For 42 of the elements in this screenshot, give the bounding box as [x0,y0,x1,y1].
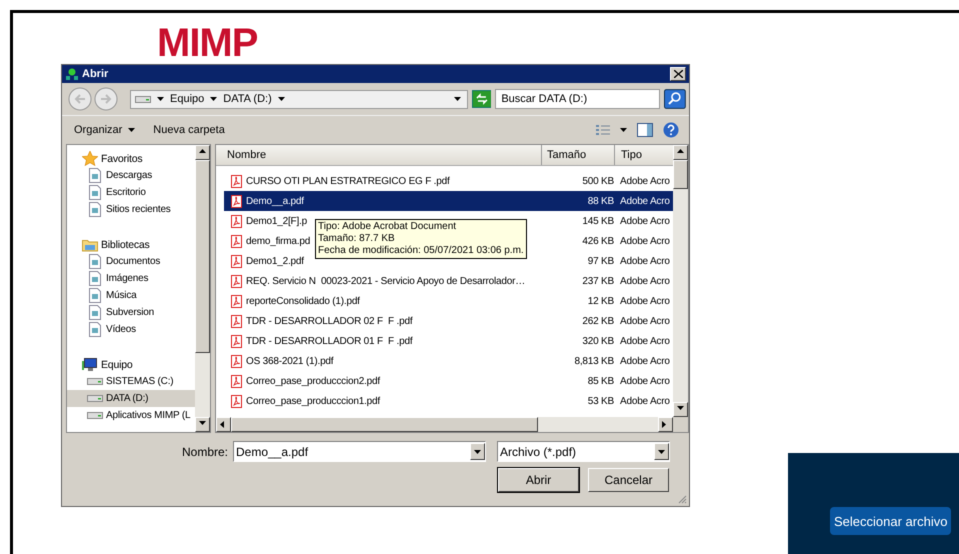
file-size: 8,813 KB [573,356,614,366]
file-size: 320 KB [581,336,614,346]
file-name: demo_firma.pd [246,236,310,246]
file-type: Adobe Acro [619,256,670,266]
file-name: TDR - DESARROLLADOR 02 F F .pdf [246,316,412,326]
window-title: Abrir [82,68,110,80]
file-name: OS 368-2021 (1).pdf [246,356,334,366]
file-name: REQ. Servicio N 00023-2021 - Servicio Apoyo de Desarrolador… [246,276,526,286]
file-name: Demo__a.pdf [246,196,304,206]
tooltip-line: Tipo: Adobe Acrobat Document [318,221,458,233]
file-size: 88 KB [586,196,614,206]
file-name: Demo1_2[F].p [246,216,307,226]
file-size: 500 KB [581,176,614,186]
file-type: Adobe Acro [619,296,670,306]
tooltip-line: Fecha de modificación: 05/07/2021 03:06 p.m. [318,245,524,257]
file-size: 426 KB [581,236,614,246]
file-type: Adobe Acro [619,216,670,226]
tooltip-line: Tamaño: 87.7 KB [318,233,396,245]
logo: MIMP [157,21,258,65]
file-name: Demo1_2.pdf [246,256,304,266]
file-type: Adobe Acro [619,236,670,246]
file-type: Adobe Acro [619,176,670,186]
file-name: Correo_pase_producccion1.pdf [246,396,380,406]
file-type: Adobe Acro [619,376,670,386]
file-size: 262 KB [581,316,614,326]
file-size: 145 KB [581,216,614,226]
file-type: Adobe Acro [619,356,670,366]
file-name-label: Nombre: [180,444,228,458]
file-type: Adobe Acro [619,276,670,286]
file-type: Adobe Acro [619,396,670,406]
file-size: 12 KB [586,296,614,306]
file-type: Adobe Acro [619,336,670,346]
file-size: 97 KB [586,256,614,266]
file-size: 53 KB [586,396,614,406]
file-name: CURSO OTI PLAN ESTRATREGICO EG F .pdf [246,176,450,186]
file-type: Adobe Acro [619,196,670,206]
file-name: TDR - DESARROLLADOR 01 F F .pdf [246,336,412,346]
file-name: reporteConsolidado (1).pdf [246,296,360,306]
file-type: Adobe Acro [619,316,670,326]
file-size: 237 KB [581,276,614,286]
file-name: Correo_pase_producccion2.pdf [246,376,380,386]
file-size: 85 KB [586,376,614,386]
